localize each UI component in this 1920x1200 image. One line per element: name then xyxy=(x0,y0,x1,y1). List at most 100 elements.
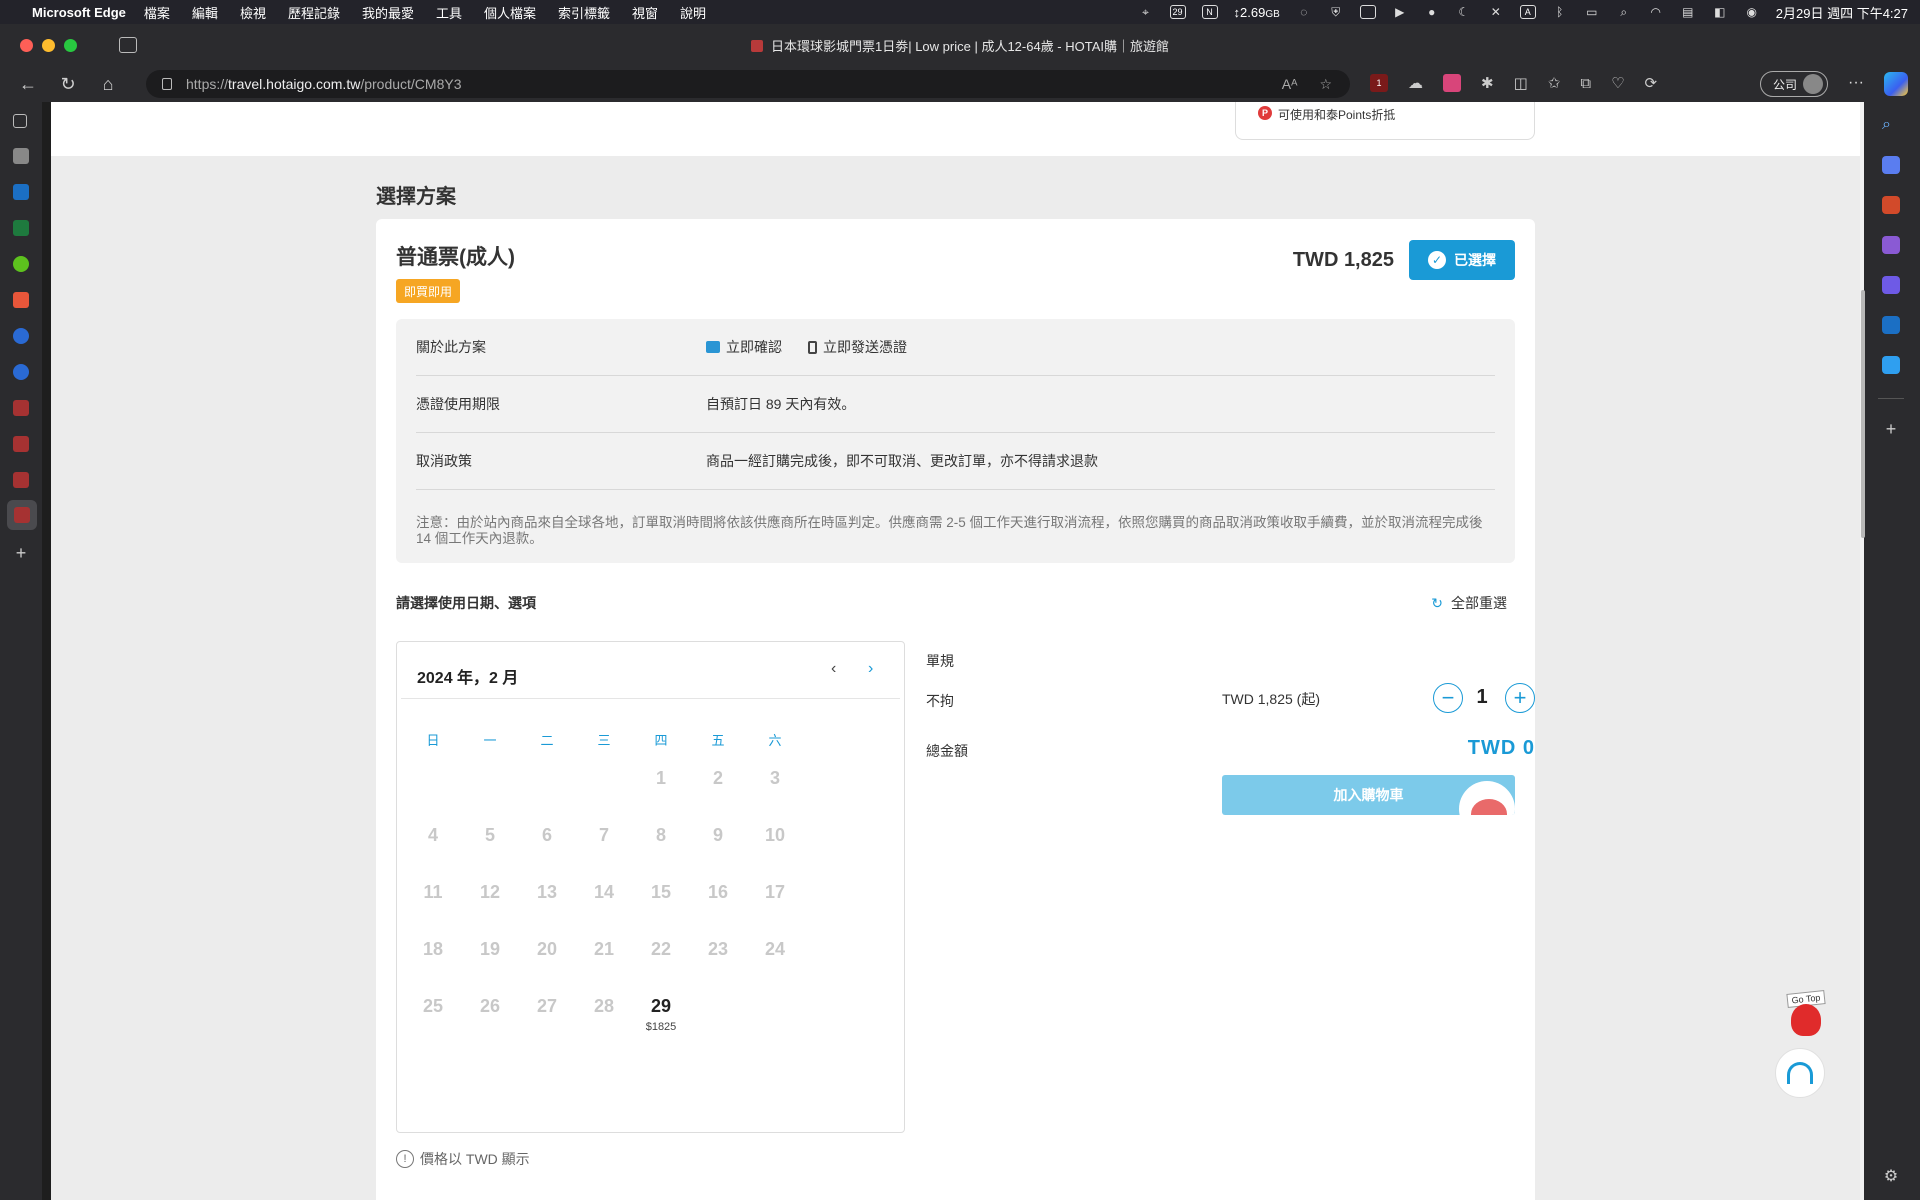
control-center-icon[interactable]: ◧ xyxy=(1712,5,1728,19)
calendar-status-icon[interactable]: 29 xyxy=(1169,5,1186,19)
read-aloud-icon[interactable]: Aᴬ xyxy=(1282,76,1298,93)
mute-icon[interactable]: ✕ xyxy=(1488,5,1504,19)
siri-icon[interactable]: ◉ xyxy=(1744,5,1760,19)
tab-edge-icon-1[interactable] xyxy=(13,328,29,344)
tab-excel-icon[interactable] xyxy=(13,220,29,236)
window-controls xyxy=(20,38,77,52)
quantity-increase-button[interactable]: + xyxy=(1505,683,1535,713)
menu-tools[interactable]: 工具 xyxy=(436,3,462,22)
page-scrollbar-thumb[interactable] xyxy=(1861,290,1865,538)
profile-button[interactable]: 公司 xyxy=(1760,71,1829,97)
tab-panel-toggle-icon[interactable] xyxy=(13,114,27,128)
menubar-clock[interactable]: 2月29日 週四 下午4:27 xyxy=(1776,3,1908,22)
sidebar-m365-icon[interactable] xyxy=(1882,276,1900,294)
sidebar-drop-icon[interactable] xyxy=(1882,356,1900,374)
tab-hotai-icon-1[interactable] xyxy=(13,400,29,416)
validity-value: 自預訂日 89 天內有效。 xyxy=(706,396,856,412)
lock-icon[interactable] xyxy=(162,78,172,90)
sidebar-search-icon[interactable]: ⌕ xyxy=(1882,116,1900,134)
sidebar-tools-icon[interactable] xyxy=(1882,196,1900,214)
moon-icon[interactable]: ☾ xyxy=(1456,5,1472,19)
quantity-value: 1 xyxy=(1476,686,1488,708)
keyboard-icon[interactable]: ▤ xyxy=(1680,5,1696,19)
menu-file[interactable]: 檔案 xyxy=(144,3,170,22)
sidebar-divider xyxy=(1878,398,1904,399)
wifi-icon[interactable]: ◠ xyxy=(1648,5,1664,19)
refresh-button[interactable]: ↻ xyxy=(50,70,86,98)
tab-hotai-active[interactable] xyxy=(7,500,37,530)
address-bar[interactable]: https://travel.hotaigo.com.tw/product/CM… xyxy=(146,70,1350,98)
collections-icon[interactable]: ⧉ xyxy=(1580,75,1591,92)
more-menu-icon[interactable]: ··· xyxy=(1848,74,1864,92)
ublock-extension-icon[interactable]: 1 xyxy=(1370,74,1388,92)
menu-tabs[interactable]: 索引標籤 xyxy=(558,3,610,22)
sidebar-outlook-icon[interactable] xyxy=(1882,316,1900,334)
extensions-puzzle-icon[interactable]: ✱ xyxy=(1481,74,1494,92)
cloud-extension-icon[interactable]: ☁ xyxy=(1408,74,1423,92)
sidebar-games-icon[interactable] xyxy=(1882,236,1900,254)
menu-history[interactable]: 歷程記錄 xyxy=(288,3,340,22)
calendar-day-disabled: 12 xyxy=(479,882,501,902)
browser-essentials-icon[interactable]: ♡ xyxy=(1611,74,1624,92)
split-screen-icon[interactable]: ◫ xyxy=(1514,74,1528,92)
menu-view[interactable]: 檢視 xyxy=(240,3,266,22)
info-row-validity: 憑證使用期限 自預訂日 89 天內有效。 xyxy=(416,376,1495,433)
notion-icon[interactable]: N xyxy=(1201,5,1218,19)
browser-titlebar: 日本環球影城門票1日劵| Low price | 成人12-64歲 - HOTA… xyxy=(0,24,1920,66)
battery-icon[interactable]: ▭ xyxy=(1584,5,1600,19)
tab-hotai-icon-3[interactable] xyxy=(13,472,29,488)
previous-month-button[interactable]: ‹ xyxy=(831,660,836,678)
reset-all-button[interactable]: ↻ 全部重選 xyxy=(1431,593,1507,613)
add-to-cart-button[interactable]: 加入購物車 xyxy=(1222,775,1515,815)
performance-icon[interactable]: ⟳ xyxy=(1645,74,1658,92)
spinner-icon[interactable]: ◌ xyxy=(1296,5,1312,19)
tab-hotai-icon-2[interactable] xyxy=(13,436,29,452)
plan-selected-button[interactable]: ✓ 已選擇 xyxy=(1409,240,1515,280)
calendar-day-available[interactable]: 29 xyxy=(641,996,681,1017)
home-button[interactable]: ⌂ xyxy=(90,70,126,98)
customer-service-button[interactable] xyxy=(1775,1048,1825,1098)
translate-extension-icon[interactable] xyxy=(1443,74,1461,92)
tab-favicon-1[interactable] xyxy=(13,148,29,164)
spotlight-icon[interactable]: ⌕ xyxy=(1616,5,1632,19)
feature-voucher-text: 立即發送憑證 xyxy=(823,339,907,355)
go-top-button[interactable]: Go Top xyxy=(1783,990,1829,1040)
copilot-icon[interactable] xyxy=(1884,72,1908,96)
tab-edge-icon-2[interactable] xyxy=(13,364,29,380)
weekday-header: 二 xyxy=(540,733,554,748)
sidebar-add-icon[interactable]: + xyxy=(1882,420,1900,438)
menu-help[interactable]: 說明 xyxy=(680,3,706,22)
new-tab-icon[interactable]: + xyxy=(13,544,29,562)
tab-globe-icon[interactable] xyxy=(13,256,29,272)
bluetooth-icon[interactable]: ᛒ xyxy=(1552,5,1568,19)
favorites-icon[interactable]: ✩ xyxy=(1548,74,1561,92)
input-source-icon[interactable]: A xyxy=(1519,5,1536,19)
minimize-window-button[interactable] xyxy=(42,38,55,52)
menu-profiles[interactable]: 個人檔案 xyxy=(484,3,536,22)
screenshot-icon[interactable] xyxy=(1359,5,1376,19)
memory-indicator[interactable]: ↕2.69GB xyxy=(1234,5,1280,20)
cursor-app-icon[interactable]: ⌖ xyxy=(1138,5,1154,19)
play-icon[interactable]: ▶ xyxy=(1392,5,1408,19)
page-scrollbar-track[interactable] xyxy=(1860,102,1864,1200)
shield-icon[interactable]: ⛨ xyxy=(1328,5,1344,19)
sidebar-shopping-icon[interactable] xyxy=(1882,156,1900,174)
sidebar-settings-icon[interactable]: ⚙ xyxy=(1882,1168,1900,1186)
close-window-button[interactable] xyxy=(20,38,33,52)
menu-favorites[interactable]: 我的最愛 xyxy=(362,3,414,22)
tab-figma-icon[interactable] xyxy=(13,292,29,308)
next-month-button[interactable]: › xyxy=(868,660,873,678)
calendar-day-disabled: 26 xyxy=(479,996,501,1016)
weekday-header: 五 xyxy=(711,733,725,748)
fullscreen-window-button[interactable] xyxy=(64,38,77,52)
favorite-star-icon[interactable]: ☆ xyxy=(1319,76,1332,93)
tab-outlook-icon[interactable] xyxy=(13,184,29,200)
back-button[interactable]: ← xyxy=(10,70,46,98)
quantity-decrease-button[interactable]: − xyxy=(1433,683,1463,713)
menubar-app-name[interactable]: Microsoft Edge xyxy=(32,5,126,20)
line-icon[interactable]: ● xyxy=(1424,5,1440,19)
tab-actions-icon[interactable] xyxy=(119,37,137,53)
menu-window[interactable]: 視窗 xyxy=(632,3,658,22)
menu-edit[interactable]: 編輯 xyxy=(192,3,218,22)
macos-menubar: Microsoft Edge 檔案 編輯 檢視 歷程記錄 我的最愛 工具 個人檔… xyxy=(0,0,1920,24)
